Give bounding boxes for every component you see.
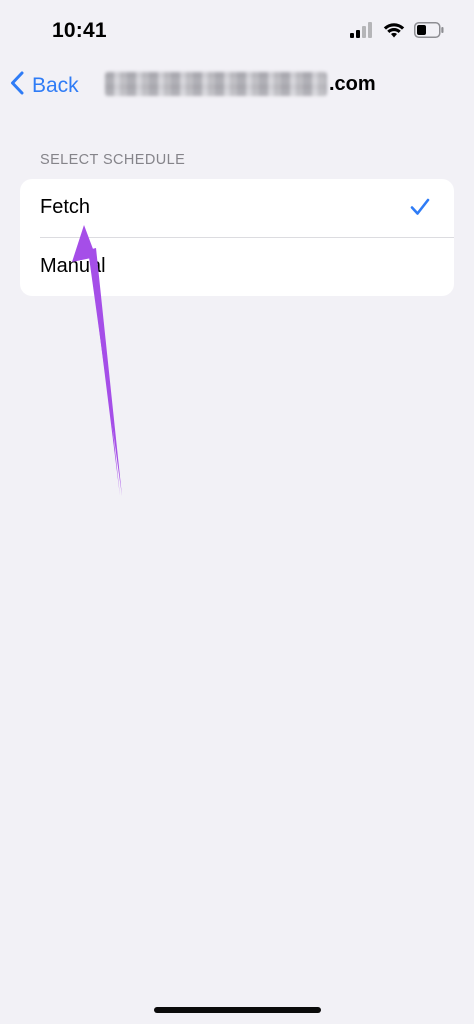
back-button[interactable]: Back	[10, 71, 79, 101]
wifi-icon	[383, 22, 405, 43]
page-title: .com	[105, 72, 376, 96]
page-title-suffix: .com	[329, 72, 376, 95]
option-fetch[interactable]: Fetch	[20, 179, 454, 237]
status-bar: 10:41	[0, 0, 474, 64]
battery-icon	[414, 22, 444, 43]
status-icons	[350, 22, 444, 43]
chevron-left-icon	[10, 71, 32, 101]
option-manual-label: Manual	[40, 255, 106, 277]
cellular-signal-icon	[350, 22, 374, 43]
section-header: SELECT SCHEDULE	[40, 152, 186, 168]
status-time: 10:41	[52, 19, 107, 42]
home-indicator[interactable]	[154, 1007, 321, 1013]
option-fetch-label: Fetch	[40, 196, 91, 218]
navigation-bar: Back .com	[0, 64, 474, 108]
redacted-email	[105, 72, 327, 96]
schedule-options-list: Fetch Manual	[20, 179, 454, 296]
checkmark-icon	[410, 198, 430, 221]
back-label: Back	[32, 74, 79, 97]
option-manual[interactable]: Manual	[20, 238, 454, 296]
